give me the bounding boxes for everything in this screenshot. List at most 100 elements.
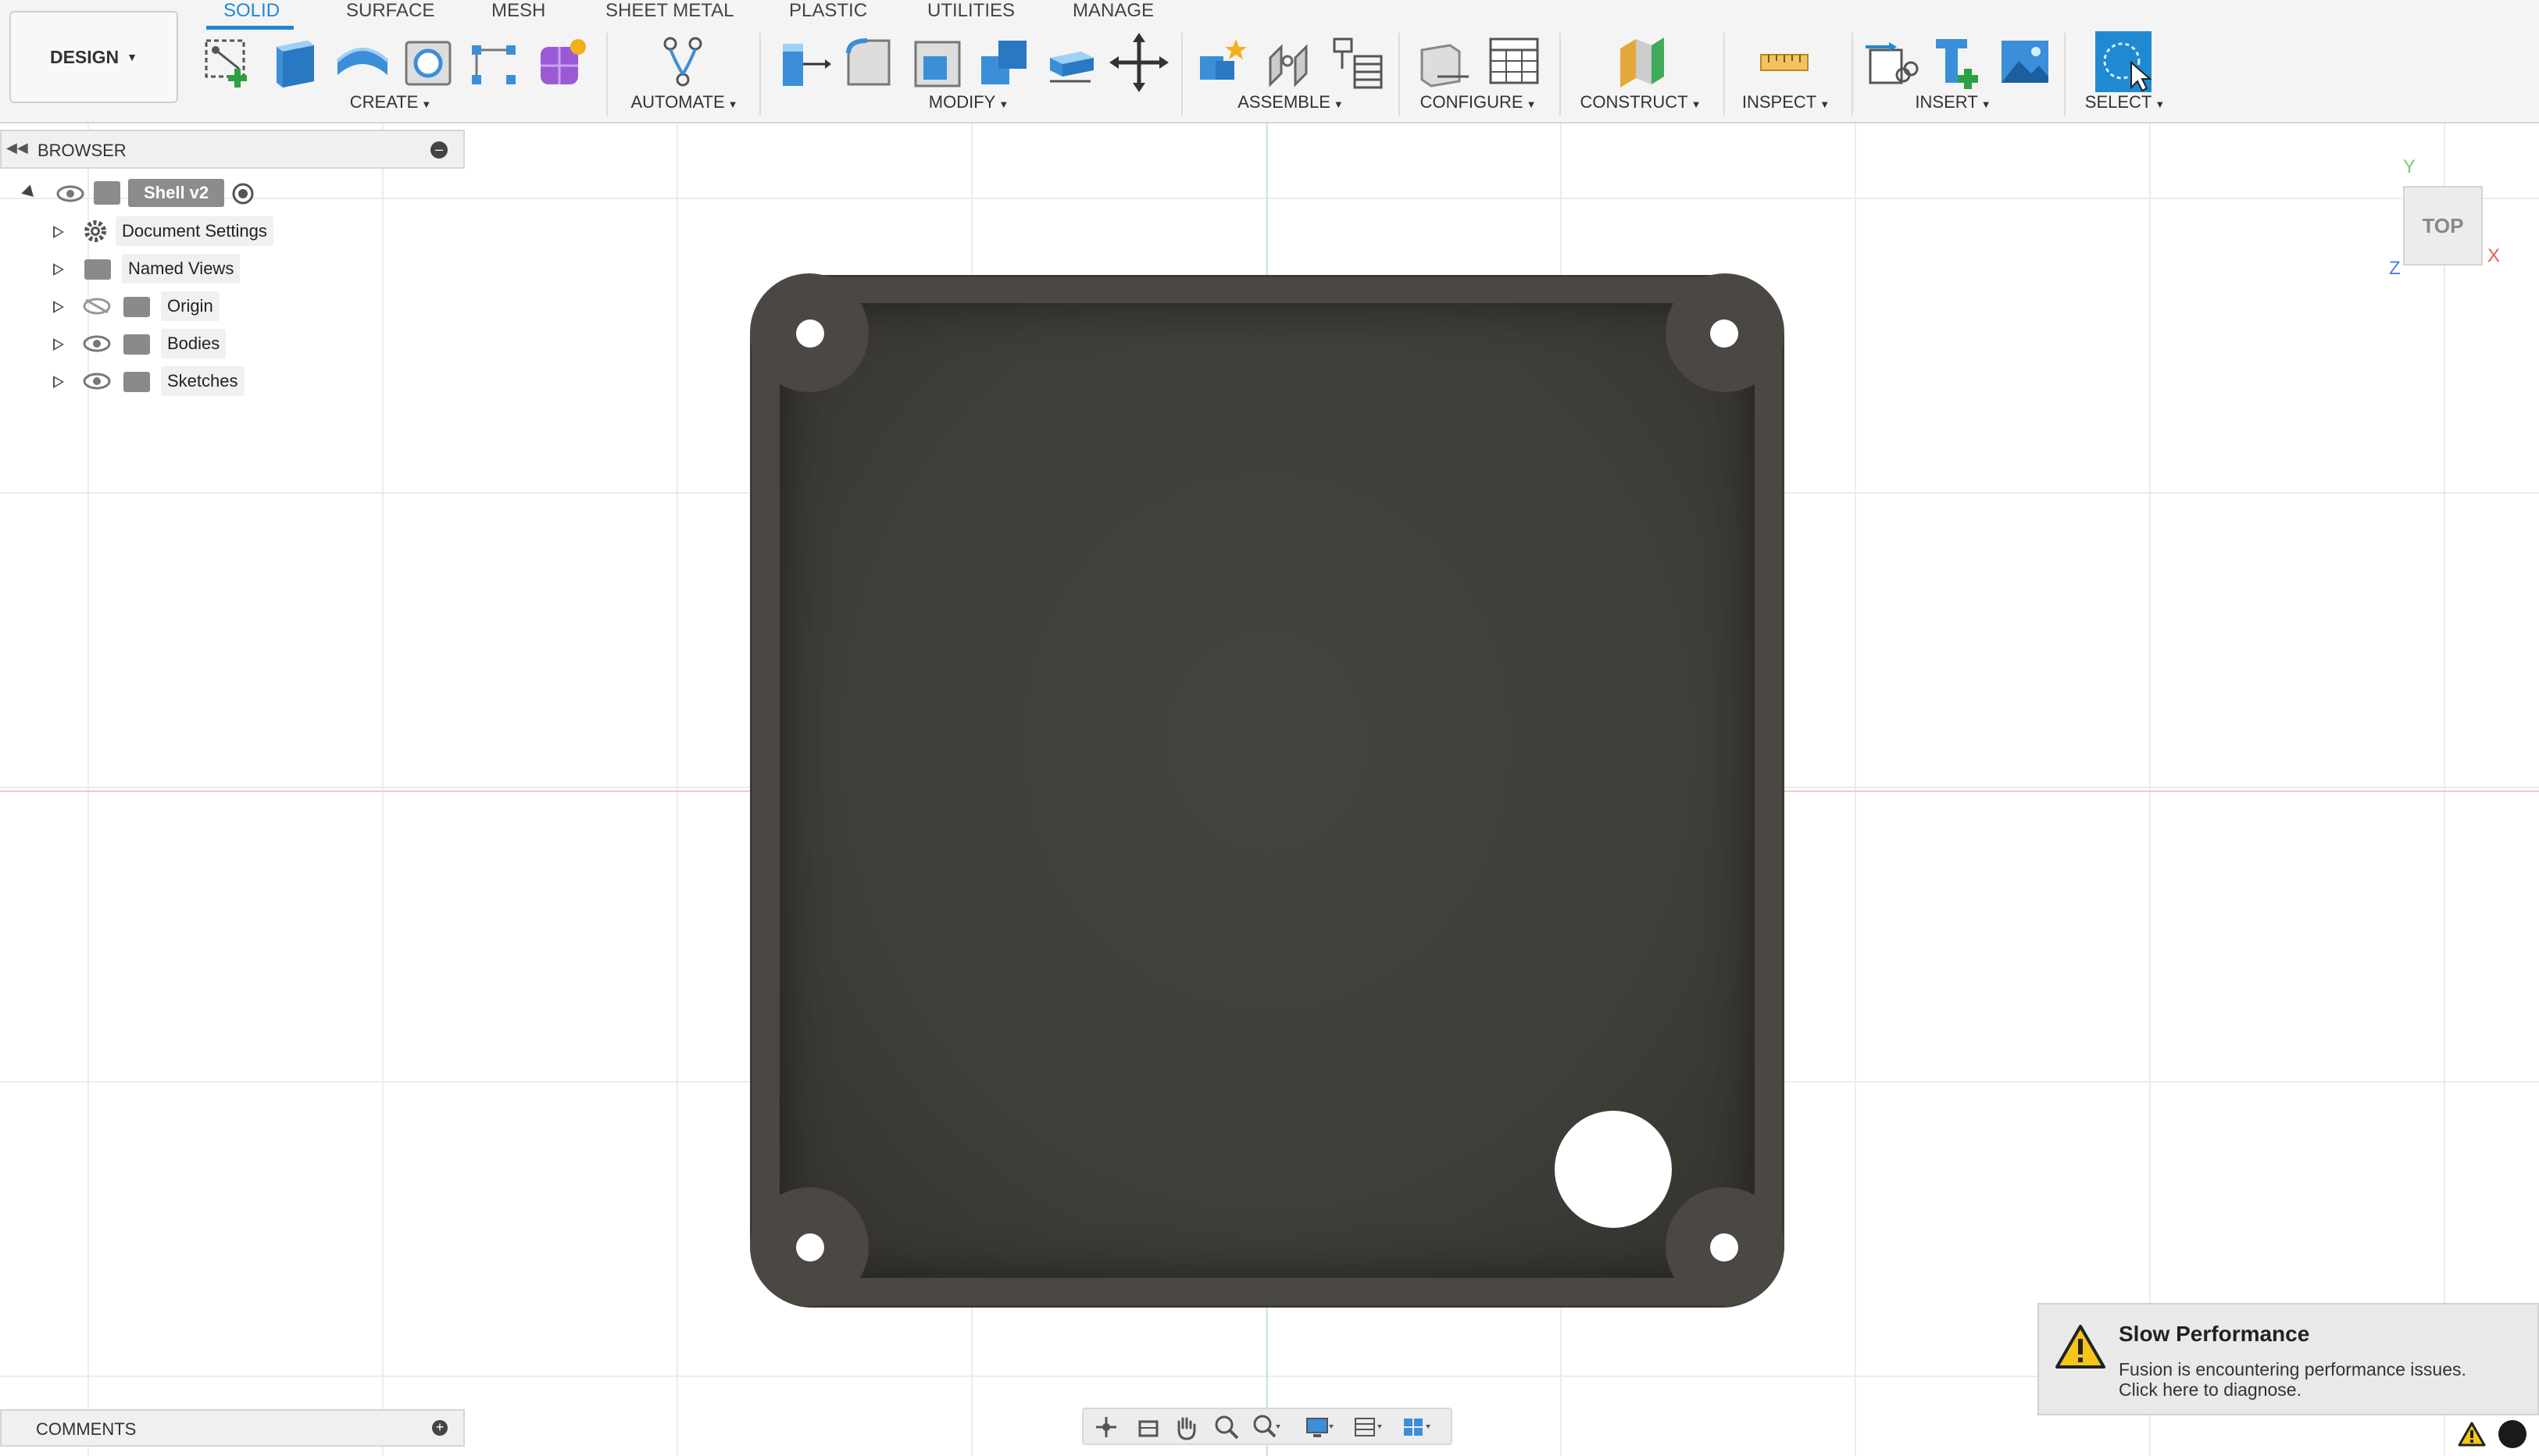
zoom-icon[interactable] xyxy=(1212,1412,1241,1442)
assemble-menu[interactable]: ASSEMBLE ▼ xyxy=(1237,92,1343,112)
add-comment-icon[interactable]: + xyxy=(432,1420,448,1436)
tree-item-sketches[interactable]: Sketches xyxy=(161,366,245,396)
expand-icon[interactable] xyxy=(53,226,64,238)
toolbar-divider xyxy=(1181,33,1183,116)
component-icon xyxy=(94,181,120,205)
minimize-icon[interactable]: – xyxy=(430,141,448,159)
tree-item-document-settings[interactable]: Document Settings xyxy=(116,216,273,246)
create-form-icon[interactable] xyxy=(533,30,592,94)
activate-radio-icon[interactable] xyxy=(231,182,255,205)
folder-icon xyxy=(123,297,150,317)
notification-center-icon[interactable] xyxy=(2498,1420,2527,1448)
modify-menu[interactable]: MODIFY ▼ xyxy=(929,92,1009,112)
status-warning-icon[interactable] xyxy=(2458,1422,2486,1447)
expand-icon[interactable] xyxy=(53,338,64,351)
toolbar-divider xyxy=(2064,33,2066,116)
extrude-icon[interactable] xyxy=(266,30,325,94)
construct-menu[interactable]: CONSTRUCT ▼ xyxy=(1580,92,1702,112)
offset-face-icon[interactable] xyxy=(1042,30,1102,94)
construct-plane-icon[interactable] xyxy=(1612,30,1672,94)
eye-icon[interactable] xyxy=(83,372,111,391)
collapse-panel-icon[interactable]: ◀◀ xyxy=(6,140,28,156)
hole-icon[interactable] xyxy=(398,30,458,94)
select-icon[interactable] xyxy=(2094,30,2153,94)
screw-hole-bottom-left[interactable] xyxy=(796,1233,824,1262)
configure-menu[interactable]: CONFIGURE ▼ xyxy=(1420,92,1537,112)
bill-of-materials-icon[interactable] xyxy=(1328,30,1387,94)
pattern-icon[interactable] xyxy=(466,30,525,94)
tab-utilities[interactable]: UTILITIES xyxy=(927,0,1015,22)
expand-icon[interactable] xyxy=(53,376,64,388)
notification-body[interactable]: Fusion is encountering performance issue… xyxy=(2119,1359,2525,1400)
workspace-switcher-button[interactable]: DESIGN ▼ xyxy=(9,11,178,103)
automate-menu[interactable]: AUTOMATE ▼ xyxy=(630,92,737,112)
tree-item-named-views[interactable]: Named Views xyxy=(122,254,241,284)
fillet-icon[interactable] xyxy=(841,30,900,94)
tab-solid[interactable]: SOLID xyxy=(223,0,280,22)
expand-icon[interactable] xyxy=(53,301,64,313)
eye-icon[interactable] xyxy=(83,334,111,353)
expand-icon[interactable] xyxy=(53,263,64,276)
workspace-label: DESIGN xyxy=(49,46,120,67)
revolve-icon[interactable] xyxy=(333,30,392,94)
viewcube-face-label[interactable]: TOP xyxy=(2423,214,2464,238)
insert-mcmaster-icon[interactable] xyxy=(1930,30,1989,94)
viewcube-y-label: Y xyxy=(2403,156,2416,177)
fit-zoom-icon[interactable] xyxy=(1251,1412,1280,1442)
create-menu[interactable]: CREATE ▼ xyxy=(350,92,431,112)
tab-manage[interactable]: MANAGE xyxy=(1073,0,1154,22)
move-icon[interactable] xyxy=(1109,30,1169,94)
tab-mesh[interactable]: MESH xyxy=(491,0,545,22)
configuration-table-icon[interactable] xyxy=(1484,30,1544,94)
toolbar-divider xyxy=(759,33,761,116)
tab-surface[interactable]: SURFACE xyxy=(346,0,434,22)
hidden-eye-icon[interactable] xyxy=(83,297,111,316)
combine-icon[interactable] xyxy=(975,30,1034,94)
select-menu[interactable]: SELECT ▼ xyxy=(2085,92,2165,112)
warning-icon xyxy=(2055,1325,2105,1369)
browser-title: BROWSER xyxy=(37,141,127,160)
screw-hole-top-left[interactable] xyxy=(796,319,824,348)
notification-line-2[interactable]: Click here to diagnose. xyxy=(2119,1379,2525,1400)
inspect-menu[interactable]: INSPECT ▼ xyxy=(1742,92,1830,112)
slow-performance-notification[interactable]: Slow Performance Fusion is encountering … xyxy=(2037,1303,2539,1415)
browser-header: ◀◀ BROWSER – xyxy=(0,130,465,169)
port-hole[interactable] xyxy=(1555,1111,1672,1228)
configure-icon[interactable] xyxy=(1414,30,1473,94)
root-component-label[interactable]: Shell v2 xyxy=(128,179,225,207)
grid-settings-icon[interactable] xyxy=(1352,1412,1382,1442)
tree-item-bodies[interactable]: Bodies xyxy=(161,329,227,359)
insert-canvas-icon[interactable] xyxy=(1995,30,2055,94)
notification-title: Slow Performance xyxy=(2119,1322,2310,1346)
joint-icon[interactable] xyxy=(1261,30,1320,94)
eye-icon[interactable] xyxy=(56,184,84,203)
insert-menu[interactable]: INSERT ▼ xyxy=(1915,92,1991,112)
folder-icon xyxy=(84,259,111,280)
orbit-icon[interactable] xyxy=(1091,1412,1121,1442)
screw-hole-top-right[interactable] xyxy=(1710,319,1738,348)
viewcube-x-label: X xyxy=(2487,245,2501,266)
pan-hand-icon[interactable] xyxy=(1171,1412,1201,1442)
press-pull-icon[interactable] xyxy=(775,30,834,94)
shell-icon[interactable] xyxy=(908,30,967,94)
toolbar-divider xyxy=(1852,33,1853,116)
viewports-icon[interactable] xyxy=(1401,1412,1430,1442)
chevron-down-icon: ▼ xyxy=(127,51,138,63)
display-settings-icon[interactable] xyxy=(1304,1412,1334,1442)
folder-icon xyxy=(123,372,150,392)
folder-icon xyxy=(123,334,150,355)
comments-title: COMMENTS xyxy=(36,1419,137,1439)
tab-sheet-metal[interactable]: SHEET METAL xyxy=(605,0,734,22)
insert-derive-icon[interactable] xyxy=(1862,30,1922,94)
screw-hole-bottom-right[interactable] xyxy=(1710,1233,1738,1262)
viewcube-z-label: Z xyxy=(2389,258,2401,279)
tree-item-origin[interactable]: Origin xyxy=(161,291,220,321)
comments-panel[interactable]: COMMENTS + xyxy=(0,1409,465,1447)
measure-icon[interactable] xyxy=(1755,30,1814,94)
new-component-icon[interactable] xyxy=(1194,30,1253,94)
create-sketch-icon[interactable] xyxy=(200,30,259,94)
automate-icon[interactable] xyxy=(653,30,712,94)
tab-plastic[interactable]: PLASTIC xyxy=(789,0,867,22)
look-at-icon[interactable] xyxy=(1134,1412,1163,1442)
viewcube[interactable]: TOP xyxy=(2403,186,2483,266)
